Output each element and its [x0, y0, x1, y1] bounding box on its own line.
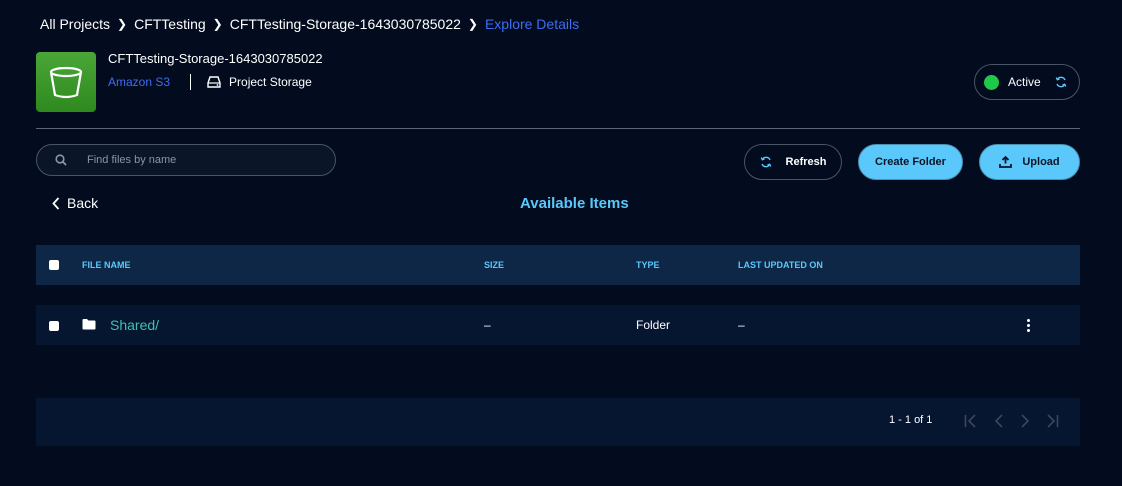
select-all-checkbox[interactable] [49, 260, 59, 270]
divider [190, 74, 192, 90]
column-file-name[interactable]: FILE NAME [82, 260, 131, 270]
search-box [36, 144, 336, 176]
breadcrumb-project[interactable]: CFTTesting [134, 16, 206, 32]
breadcrumb-all-projects[interactable]: All Projects [40, 16, 110, 32]
file-updated: – [738, 318, 745, 332]
column-size[interactable]: SIZE [484, 260, 504, 270]
upload-icon [999, 156, 1013, 168]
more-options-icon[interactable] [1027, 319, 1030, 332]
pagination-count: 1 - 1 of 1 [889, 414, 933, 426]
sync-icon[interactable] [1055, 76, 1067, 88]
breadcrumb: All Projects ❯ CFTTesting ❯ CFTTesting-S… [40, 16, 579, 32]
next-page-icon[interactable] [1017, 413, 1033, 429]
storage-provider: Amazon S3 [108, 75, 171, 89]
table-row: Shared/ – Folder – [36, 305, 1080, 345]
file-name-link[interactable]: Shared/ [110, 317, 159, 333]
first-page-icon[interactable] [963, 413, 979, 429]
back-label: Back [67, 195, 99, 211]
previous-page-icon[interactable] [991, 413, 1007, 429]
hard-drive-icon [207, 76, 221, 88]
search-input[interactable] [87, 154, 307, 166]
upload-button[interactable]: Upload [979, 144, 1080, 180]
file-type: Folder [636, 318, 671, 332]
chevron-right-icon: ❯ [212, 17, 223, 31]
s3-bucket-icon [36, 52, 96, 112]
status-badge: Active [974, 64, 1080, 100]
search-icon [55, 154, 67, 166]
create-folder-button[interactable]: Create Folder [858, 144, 963, 180]
storage-type-label: Project Storage [229, 75, 312, 89]
column-type[interactable]: TYPE [636, 260, 660, 270]
table-header: FILE NAME SIZE TYPE LAST UPDATED ON [36, 245, 1080, 285]
breadcrumb-storage[interactable]: CFTTesting-Storage-1643030785022 [230, 16, 461, 32]
storage-type: Project Storage [207, 75, 312, 89]
folder-icon [82, 318, 96, 330]
section-title: Available Items [520, 195, 629, 212]
breadcrumb-current: Explore Details [484, 16, 580, 32]
status-label: Active [1008, 75, 1041, 89]
chevron-right-icon: ❯ [467, 17, 478, 31]
divider [36, 128, 1080, 129]
last-page-icon[interactable] [1044, 413, 1060, 429]
storage-meta: Amazon S3 Project Storage [108, 74, 312, 90]
row-checkbox[interactable] [49, 321, 59, 331]
chevron-left-icon [52, 196, 60, 210]
chevron-right-icon: ❯ [117, 17, 128, 31]
back-button[interactable]: Back [52, 195, 98, 211]
refresh-button[interactable]: Refresh [744, 144, 842, 180]
upload-label: Upload [1022, 156, 1060, 168]
file-size: – [484, 318, 491, 332]
refresh-icon [760, 156, 772, 168]
refresh-label: Refresh [785, 156, 827, 168]
column-last-updated[interactable]: LAST UPDATED ON [738, 260, 823, 270]
pagination: 1 - 1 of 1 [36, 398, 1080, 446]
storage-name: CFTTesting-Storage-1643030785022 [108, 51, 323, 66]
status-dot [984, 74, 999, 90]
